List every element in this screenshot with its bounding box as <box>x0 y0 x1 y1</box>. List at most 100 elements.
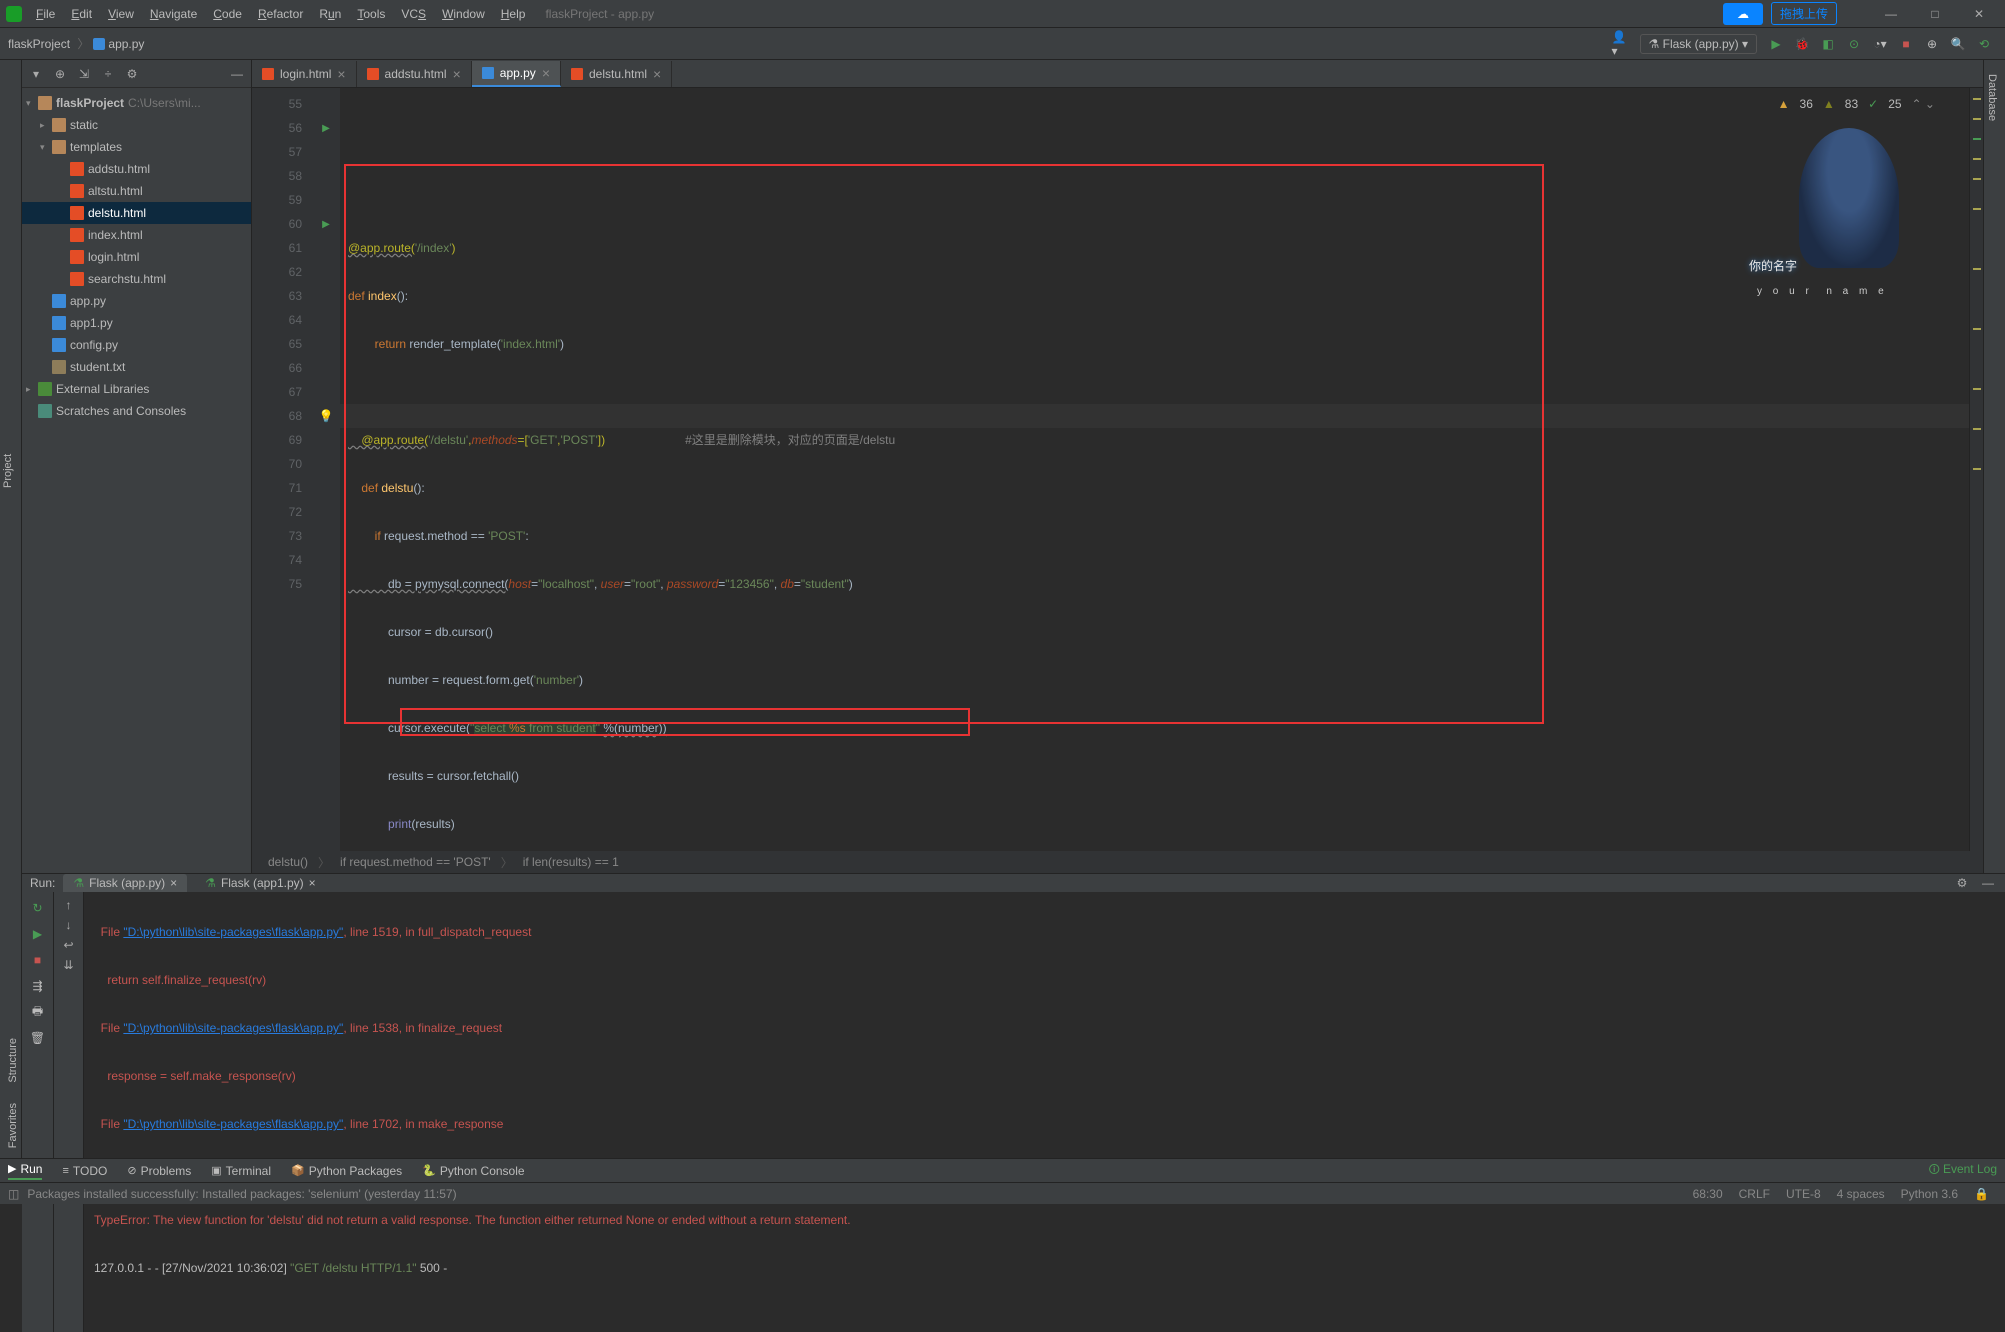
run-more-icon[interactable]: ◔▾ <box>1871 35 1889 53</box>
tree-folder-templates[interactable]: ▾templates <box>22 136 251 158</box>
editor-tab[interactable]: login.html× <box>252 61 357 87</box>
inspection-status[interactable]: ▲36 ▲83 ✓25 ⌃ ⌄ <box>1778 92 1935 116</box>
tree-file[interactable]: login.html <box>22 246 251 268</box>
search-icon[interactable]: 🔍 <box>1949 35 1967 53</box>
debug-icon[interactable]: 🐞 <box>1793 35 1811 53</box>
wrap-icon[interactable]: ↩ <box>63 938 73 952</box>
run-gutter-icon[interactable]: ▶ <box>312 116 340 140</box>
sciview-tool-tab[interactable]: SciView <box>2000 68 2005 873</box>
database-tool-tab[interactable]: Database <box>1984 68 2000 873</box>
coverage-icon[interactable]: ◧ <box>1819 35 1837 53</box>
collapse-down-icon[interactable]: ▾ <box>28 66 44 82</box>
code-breadcrumb[interactable]: delstu()〉if request.method == 'POST'〉if … <box>252 851 1983 873</box>
expand-icon[interactable]: ⇲ <box>76 66 92 82</box>
menu-vcs[interactable]: VCS <box>395 7 432 21</box>
divide-icon[interactable]: ÷ <box>100 66 116 82</box>
menu-help[interactable]: Help <box>495 7 532 21</box>
tool-terminal[interactable]: ▣ Terminal <box>211 1164 271 1178</box>
menu-code[interactable]: Code <box>207 7 248 21</box>
error-stripe[interactable] <box>1969 88 1983 851</box>
trash-icon[interactable]: 🗑 <box>28 1028 48 1048</box>
tree-scratches[interactable]: Scratches and Consoles <box>22 400 251 422</box>
close-tab-icon[interactable]: × <box>309 876 316 890</box>
stop-icon[interactable]: ■ <box>28 950 48 970</box>
run-tab-active[interactable]: ⚗Flask (app.py)× <box>63 874 187 892</box>
menu-file[interactable]: File <box>30 7 61 21</box>
tool-pyconsole[interactable]: 🐍 Python Console <box>422 1164 524 1178</box>
menu-view[interactable]: View <box>102 7 140 21</box>
tree-file[interactable]: config.py <box>22 334 251 356</box>
menu-edit[interactable]: Edit <box>65 7 98 21</box>
run-icon[interactable]: ▶ <box>28 924 48 944</box>
tool-pypackages[interactable]: 📦 Python Packages <box>291 1164 402 1178</box>
event-log-button[interactable]: 🛈 Event Log <box>1929 1161 1997 1180</box>
upload-button[interactable]: 拖拽上传 <box>1771 2 1837 25</box>
tool-run[interactable]: ▶ Run <box>8 1162 42 1180</box>
gear-icon[interactable]: ⚙ <box>1953 876 1971 890</box>
tree-file-selected[interactable]: delstu.html <box>22 202 251 224</box>
close-tab-icon[interactable]: × <box>170 876 177 890</box>
down-icon[interactable]: ↓ <box>66 918 72 932</box>
close-tab-icon[interactable]: × <box>453 66 461 82</box>
favorites-tool-tab[interactable]: Favorites <box>0 1093 21 1158</box>
menu-navigate[interactable]: Navigate <box>144 7 203 21</box>
project-tree[interactable]: ▾flaskProjectC:\Users\mi... ▸static ▾tem… <box>22 88 251 873</box>
tool-problems[interactable]: ⊘ Problems <box>127 1164 191 1178</box>
filter-icon[interactable]: ⇶ <box>28 976 48 996</box>
python-interpreter[interactable]: Python 3.6 <box>1901 1187 1958 1201</box>
project-tool-tab[interactable]: Project <box>0 68 16 873</box>
cursor-position[interactable]: 68:30 <box>1693 1187 1723 1201</box>
code-editor[interactable]: ▲36 ▲83 ✓25 ⌃ ⌄ 你的名字y o u r n a m e @app… <box>340 88 1969 851</box>
indent-setting[interactable]: 4 spaces <box>1837 1187 1885 1201</box>
tree-file[interactable]: student.txt <box>22 356 251 378</box>
print-icon[interactable]: 🖶 <box>28 1002 48 1022</box>
rerun-icon[interactable]: ↻ <box>28 898 48 918</box>
minimize-icon[interactable]: — <box>1871 7 1911 21</box>
tool-todo[interactable]: ≡ TODO <box>62 1164 107 1178</box>
scroll-icon[interactable]: ⇊ <box>63 958 73 972</box>
run-gutter-icon[interactable]: ▶ <box>312 212 340 236</box>
lock-icon[interactable]: 🔒 <box>1974 1187 1989 1201</box>
profile-icon[interactable]: ⊙ <box>1845 35 1863 53</box>
close-icon[interactable]: ✕ <box>1959 7 1999 21</box>
console-output[interactable]: File "D:\python\lib\site-packages\flask\… <box>84 892 2005 1332</box>
hide-icon[interactable]: — <box>229 66 245 82</box>
up-icon[interactable]: ↑ <box>66 898 72 912</box>
line-separator[interactable]: CRLF <box>1739 1187 1770 1201</box>
close-tab-icon[interactable]: × <box>542 65 550 81</box>
editor-tab-active[interactable]: app.py× <box>472 61 561 87</box>
close-tab-icon[interactable]: × <box>337 66 345 82</box>
tree-file[interactable]: addstu.html <box>22 158 251 180</box>
tree-file[interactable]: app1.py <box>22 312 251 334</box>
structure-tool-tab[interactable]: Structure <box>0 1028 21 1093</box>
menu-window[interactable]: Window <box>436 7 491 21</box>
gear-icon[interactable]: ⚙ <box>124 66 140 82</box>
tree-root[interactable]: ▾flaskProjectC:\Users\mi... <box>22 92 251 114</box>
tree-file[interactable]: index.html <box>22 224 251 246</box>
menu-tools[interactable]: Tools <box>351 7 391 21</box>
git-icon[interactable]: ⊕ <box>1923 35 1941 53</box>
target-icon[interactable]: ⊕ <box>52 66 68 82</box>
user-icon[interactable]: 👤▾ <box>1612 35 1630 53</box>
tree-file[interactable]: altstu.html <box>22 180 251 202</box>
bulb-icon[interactable]: 💡 <box>312 404 340 428</box>
menu-run[interactable]: Run <box>313 7 347 21</box>
run-config-select[interactable]: ⚗ Flask (app.py) ▾ <box>1640 34 1757 54</box>
close-tab-icon[interactable]: × <box>653 66 661 82</box>
sync-icon[interactable]: ⟲ <box>1975 35 1993 53</box>
status-window-icon[interactable]: ◫ <box>8 1187 19 1201</box>
run-icon[interactable]: ▶ <box>1767 35 1785 53</box>
tree-file[interactable]: app.py <box>22 290 251 312</box>
tree-file[interactable]: searchstu.html <box>22 268 251 290</box>
cloud-icon[interactable]: ☁ <box>1723 3 1763 25</box>
maximize-icon[interactable]: □ <box>1915 7 1955 21</box>
editor-tab[interactable]: delstu.html× <box>561 61 672 87</box>
editor-body[interactable]: 5556575859606162636465666768697071727374… <box>252 88 1983 851</box>
hide-icon[interactable]: — <box>1979 876 1997 890</box>
stop-icon[interactable]: ■ <box>1897 35 1915 53</box>
run-tab[interactable]: ⚗Flask (app1.py)× <box>195 874 325 892</box>
tree-folder-static[interactable]: ▸static <box>22 114 251 136</box>
file-encoding[interactable]: UTE-8 <box>1786 1187 1821 1201</box>
tree-external-libs[interactable]: ▸External Libraries <box>22 378 251 400</box>
breadcrumb-project[interactable]: flaskProject 〉app.py <box>8 35 144 52</box>
